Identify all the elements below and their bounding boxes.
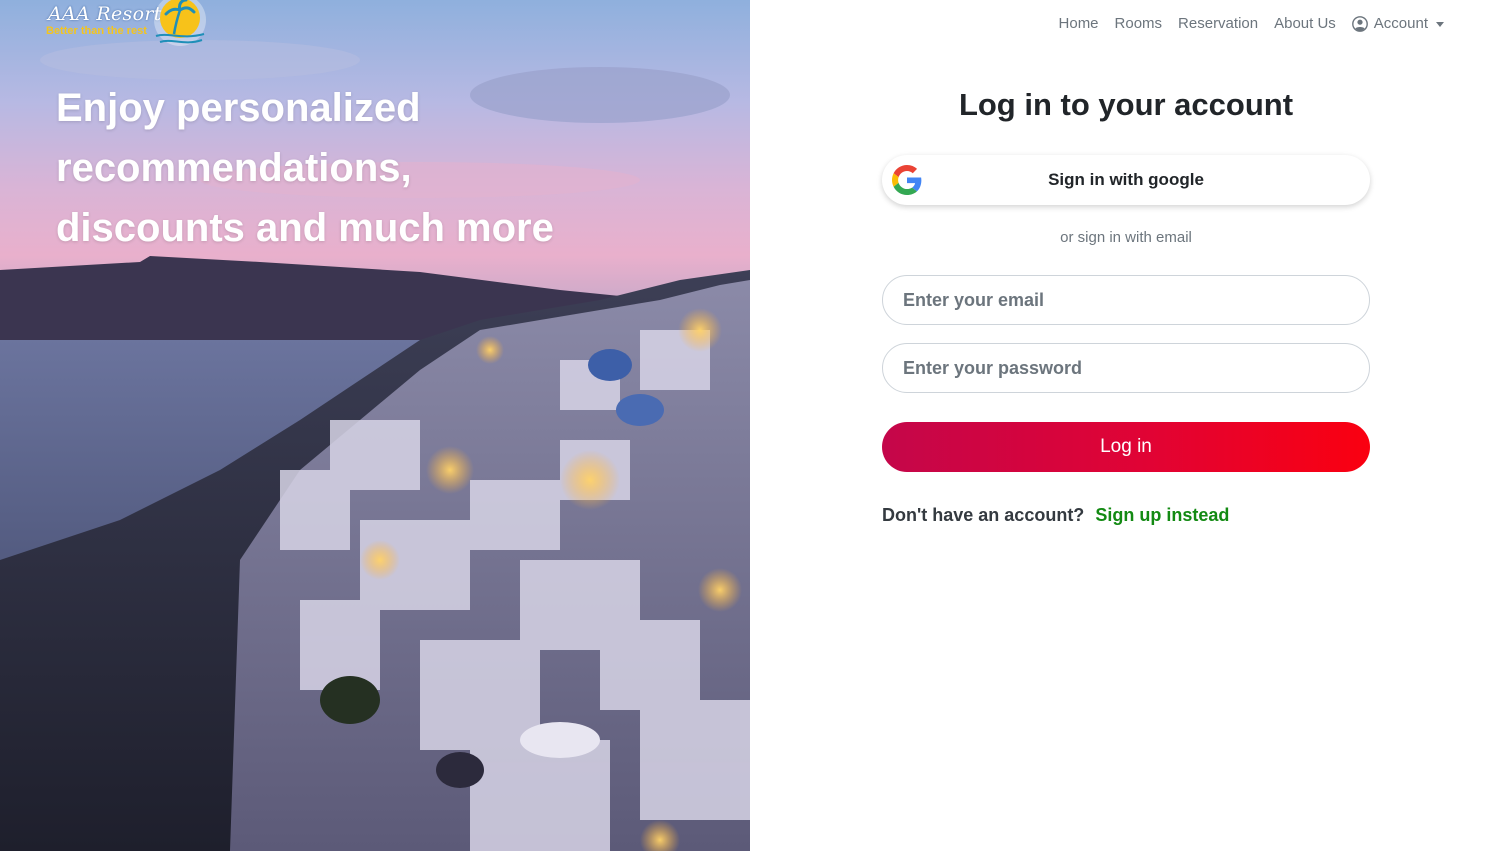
google-signin-button[interactable]: Sign in with google: [882, 155, 1370, 205]
hero-panel: AAA Resorts Better than the rest Enjoy p…: [0, 0, 750, 851]
hero-headline-line-1: Enjoy personalized: [56, 86, 421, 130]
nav-home[interactable]: Home: [1051, 12, 1107, 36]
google-g-icon: [892, 165, 922, 195]
brand-logo[interactable]: AAA Resorts Better than the rest: [46, 0, 216, 52]
user-circle-icon: [1351, 16, 1368, 32]
nav-reservation[interactable]: Reservation: [1170, 12, 1266, 36]
brand-tagline: Better than the rest: [46, 25, 147, 37]
password-field[interactable]: [882, 343, 1370, 393]
nav-rooms[interactable]: Rooms: [1107, 12, 1171, 36]
signup-prompt: Don't have an account?: [882, 505, 1085, 525]
sun-palm-logo-icon: [154, 0, 206, 46]
top-navbar: Home Rooms Reservation About Us Account: [1051, 12, 1452, 36]
nav-about-us[interactable]: About Us: [1266, 12, 1344, 36]
signup-row: Don't have an account? Sign up instead: [882, 503, 1229, 527]
google-signin-label: Sign in with google: [1048, 170, 1204, 189]
chevron-down-icon: [1436, 21, 1444, 27]
email-divider-text: or sign in with email: [1060, 229, 1192, 246]
page-title: Log in to your account: [958, 87, 1294, 122]
email-field[interactable]: [882, 275, 1370, 325]
nav-account-label: Account: [1373, 15, 1428, 32]
login-button[interactable]: Log in: [882, 422, 1370, 472]
hero-headline-line-2: recommendations,: [56, 146, 412, 190]
hero-headline-line-3: discounts and much more: [56, 206, 554, 250]
signup-link[interactable]: Sign up instead: [1095, 505, 1229, 525]
hero-headline: Enjoy personalized recommendations, disc…: [56, 78, 576, 258]
nav-account-dropdown[interactable]: Account: [1344, 12, 1452, 36]
